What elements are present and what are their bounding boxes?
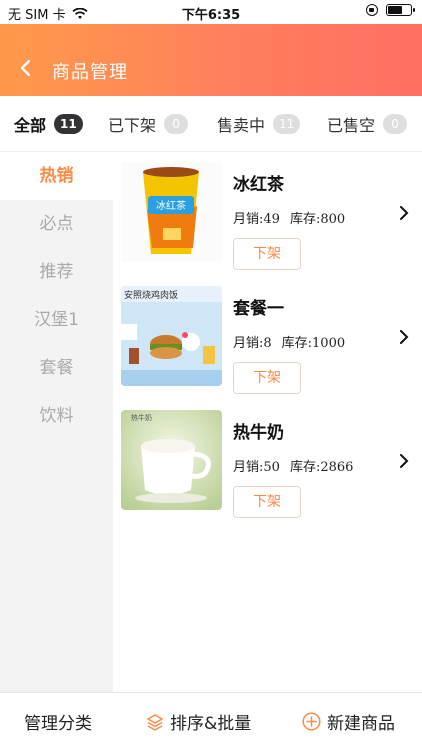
- add-circle-icon: [302, 712, 321, 731]
- chevron-right-icon[interactable]: [397, 206, 411, 220]
- tab-on-sale[interactable]: 售卖中 11: [217, 112, 301, 136]
- count-badge: 0: [383, 114, 408, 134]
- sidebar-item-combo[interactable]: 套餐: [0, 344, 113, 392]
- sidebar-item-must-order[interactable]: 必点: [0, 200, 113, 248]
- product-image-combo: 安照烧鸡肉饭: [121, 286, 222, 386]
- product-item[interactable]: 热牛奶 热牛奶 月销:50 库存:2866 下架: [121, 410, 421, 520]
- product-stats: 月销:8 库存:1000: [233, 332, 345, 351]
- orientation-lock-icon: [366, 4, 378, 16]
- status-time: 下午6:35: [181, 8, 241, 23]
- tab-label: 已下架: [108, 116, 157, 135]
- count-badge: 11: [54, 114, 83, 134]
- back-icon[interactable]: [16, 58, 36, 78]
- monthly-sales: 月销:8: [233, 336, 272, 351]
- product-stats: 月销:49 库存:800: [233, 208, 345, 227]
- layers-icon: [147, 713, 163, 731]
- manage-category-button[interactable]: 管理分类: [24, 709, 92, 734]
- monthly-sales: 月销:49: [233, 212, 280, 227]
- thumb-label: 冰红茶: [156, 199, 186, 212]
- tab-label: 全部: [14, 116, 47, 135]
- sidebar-item-hot[interactable]: 热销: [0, 152, 113, 200]
- page-title: 商品管理: [52, 62, 128, 83]
- tab-label: 已售空: [327, 116, 376, 135]
- status-right: [366, 4, 415, 16]
- count-badge: 11: [273, 114, 301, 134]
- product-name: 热牛奶: [233, 423, 284, 443]
- sidebar-item-drinks[interactable]: 饮料: [0, 392, 113, 440]
- product-image-hot-milk: 热牛奶: [121, 410, 222, 510]
- tab-label: 售卖中: [217, 116, 266, 135]
- tab-off-shelf[interactable]: 已下架 0: [108, 112, 189, 136]
- status-bar: 无 SIM 卡 下午6:35: [0, 0, 422, 24]
- product-name: 套餐一: [233, 299, 284, 319]
- stock-count: 库存:2866: [289, 460, 354, 475]
- manage-category-label: 管理分类: [24, 714, 92, 734]
- tab-sold-out[interactable]: 已售空 0: [327, 112, 408, 136]
- nav-bar: 商品管理: [0, 24, 422, 96]
- product-list: 冰红茶 冰红茶 月销:49 库存:800 下架 安照烧鸡肉饭 套餐一 月销:8 …: [113, 152, 422, 692]
- chevron-right-icon[interactable]: [397, 454, 411, 468]
- new-product-button[interactable]: 新建商品: [302, 709, 395, 734]
- sort-batch-label: 排序&批量: [170, 714, 252, 734]
- thumb-label: 安照烧鸡肉饭: [124, 289, 178, 301]
- category-sidebar: 热销 必点 推荐 汉堡1 套餐 饮料: [0, 152, 113, 692]
- product-stats: 月销:50 库存:2866: [233, 456, 353, 475]
- chevron-right-icon[interactable]: [397, 330, 411, 344]
- product-item[interactable]: 冰红茶 冰红茶 月销:49 库存:800 下架: [121, 162, 421, 272]
- sidebar-item-recommended[interactable]: 推荐: [0, 248, 113, 296]
- take-down-button[interactable]: 下架: [233, 362, 301, 394]
- take-down-button[interactable]: 下架: [233, 486, 301, 518]
- product-name: 冰红茶: [233, 175, 284, 195]
- product-image-iced-tea: 冰红茶: [121, 162, 222, 262]
- sort-batch-button[interactable]: 排序&批量: [146, 709, 251, 734]
- sidebar-item-burger[interactable]: 汉堡1: [0, 296, 113, 344]
- take-down-button[interactable]: 下架: [233, 238, 301, 270]
- thumb-label: 热牛奶: [131, 413, 152, 422]
- new-product-label: 新建商品: [327, 714, 395, 734]
- tab-all[interactable]: 全部 11: [14, 112, 83, 136]
- product-item[interactable]: 安照烧鸡肉饭 套餐一 月销:8 库存:1000 下架: [121, 286, 421, 396]
- status-tabs: 全部 11 已下架 0 售卖中 11 已售空 0: [0, 96, 422, 152]
- monthly-sales: 月销:50: [233, 460, 280, 475]
- stock-count: 库存:800: [289, 212, 346, 227]
- battery-icon: [386, 4, 415, 16]
- bottom-action-bar: 管理分类 排序&批量 新建商品: [0, 692, 422, 750]
- count-badge: 0: [164, 114, 189, 134]
- stock-count: 库存:1000: [281, 336, 346, 351]
